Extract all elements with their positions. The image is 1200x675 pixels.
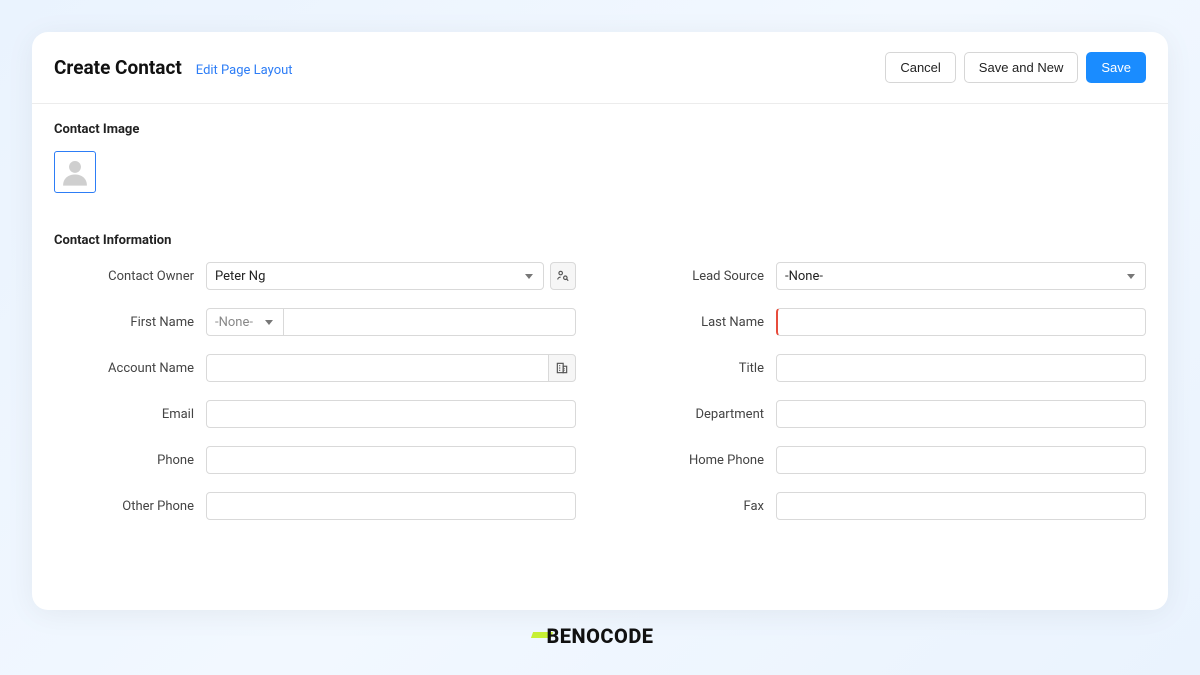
home-phone-row: Home Phone	[624, 446, 1146, 474]
chevron-down-icon	[265, 320, 273, 325]
department-label: Department	[624, 407, 764, 422]
contact-owner-value: Peter Ng	[215, 269, 265, 284]
header-left: Create Contact Edit Page Layout	[54, 56, 293, 79]
last-name-input[interactable]	[776, 308, 1146, 336]
section-contact-image-title: Contact Image	[54, 122, 1146, 137]
fax-input[interactable]	[776, 492, 1146, 520]
user-search-icon	[556, 269, 570, 283]
last-name-label: Last Name	[624, 315, 764, 330]
fax-label: Fax	[624, 499, 764, 514]
first-name-input[interactable]	[284, 308, 576, 336]
title-row: Title	[624, 354, 1146, 382]
right-column: Lead Source -None- Last Name Title	[624, 262, 1146, 520]
other-phone-label: Other Phone	[54, 499, 194, 514]
last-name-row: Last Name	[624, 308, 1146, 336]
building-icon	[555, 361, 569, 375]
title-input[interactable]	[776, 354, 1146, 382]
save-button[interactable]: Save	[1086, 52, 1146, 83]
phone-input[interactable]	[206, 446, 576, 474]
form-grid: Contact Owner Peter Ng	[54, 262, 1146, 520]
email-label: Email	[54, 407, 194, 422]
edit-page-layout-link[interactable]: Edit Page Layout	[196, 63, 293, 78]
chevron-down-icon	[525, 274, 533, 279]
avatar-placeholder-icon	[58, 155, 92, 189]
first-name-label: First Name	[54, 315, 194, 330]
column-gap	[576, 262, 624, 520]
contact-image-upload[interactable]	[54, 151, 96, 193]
contact-owner-label: Contact Owner	[54, 269, 194, 284]
title-label: Title	[624, 361, 764, 376]
brand-logo: BENOCODE	[546, 624, 653, 648]
lead-source-value: -None-	[785, 269, 823, 284]
first-name-row: First Name -None-	[54, 308, 576, 336]
phone-label: Phone	[54, 453, 194, 468]
other-phone-row: Other Phone	[54, 492, 576, 520]
lead-source-row: Lead Source -None-	[624, 262, 1146, 290]
save-and-new-button[interactable]: Save and New	[964, 52, 1079, 83]
account-lookup-button[interactable]	[548, 354, 576, 382]
section-contact-info-title: Contact Information	[54, 233, 1146, 248]
header-actions: Cancel Save and New Save	[885, 52, 1146, 83]
lead-source-label: Lead Source	[624, 269, 764, 284]
fax-row: Fax	[624, 492, 1146, 520]
chevron-down-icon	[1127, 274, 1135, 279]
account-name-label: Account Name	[54, 361, 194, 376]
account-name-row: Account Name	[54, 354, 576, 382]
contact-owner-lookup-button[interactable]	[550, 262, 576, 290]
phone-row: Phone	[54, 446, 576, 474]
left-column: Contact Owner Peter Ng	[54, 262, 576, 520]
brand-logo-text: BENOCODE	[546, 624, 653, 648]
content: Contact Image Contact Information Contac…	[32, 104, 1168, 610]
header: Create Contact Edit Page Layout Cancel S…	[32, 32, 1168, 103]
department-row: Department	[624, 400, 1146, 428]
account-name-input[interactable]	[206, 354, 548, 382]
page-title: Create Contact	[54, 56, 182, 79]
email-input[interactable]	[206, 400, 576, 428]
cancel-button[interactable]: Cancel	[885, 52, 955, 83]
department-input[interactable]	[776, 400, 1146, 428]
home-phone-input[interactable]	[776, 446, 1146, 474]
home-phone-label: Home Phone	[624, 453, 764, 468]
salutation-select[interactable]: -None-	[206, 308, 284, 336]
form-card: Create Contact Edit Page Layout Cancel S…	[32, 32, 1168, 610]
email-row: Email	[54, 400, 576, 428]
lead-source-select[interactable]: -None-	[776, 262, 1146, 290]
other-phone-input[interactable]	[206, 492, 576, 520]
salutation-value: -None-	[215, 315, 253, 330]
contact-owner-select[interactable]: Peter Ng	[206, 262, 544, 290]
contact-owner-row: Contact Owner Peter Ng	[54, 262, 576, 290]
